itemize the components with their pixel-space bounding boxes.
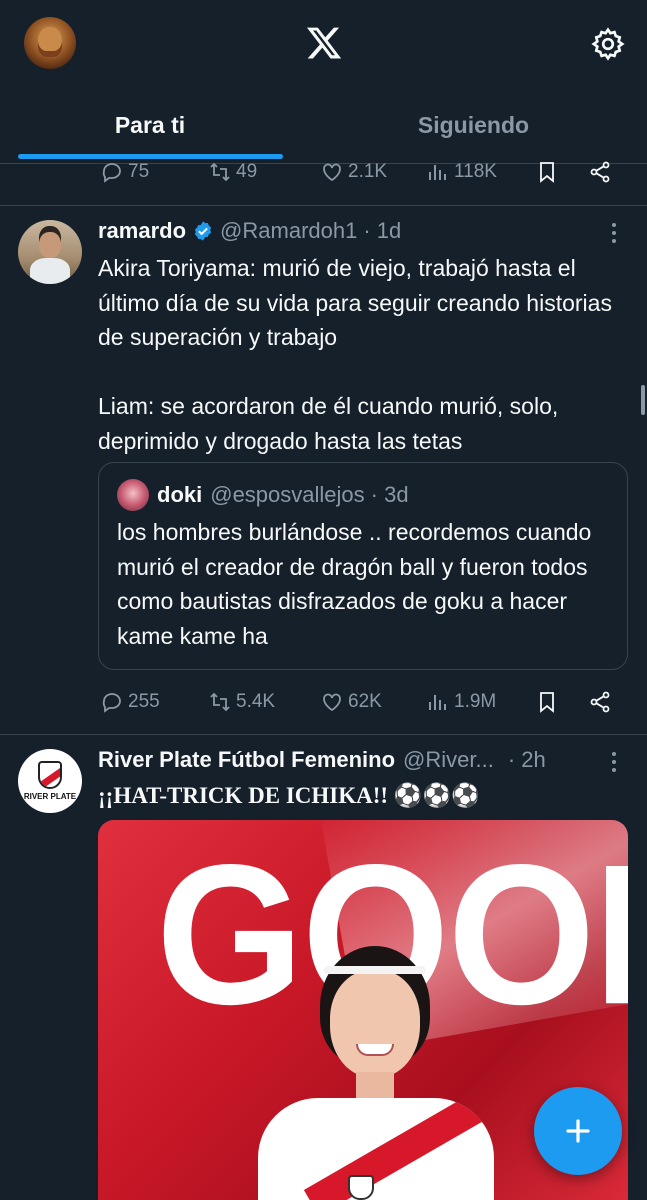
- retweet-icon: [210, 162, 230, 182]
- reply-icon: [102, 693, 121, 713]
- reply-icon: [102, 163, 121, 183]
- author-avatar[interactable]: [18, 220, 82, 284]
- tweet-text: Akira Toriyama: murió de viejo, trabajó …: [98, 255, 612, 454]
- heart-icon: [323, 163, 341, 182]
- like-button[interactable]: 2.1K: [320, 152, 387, 192]
- views-button[interactable]: 118K: [426, 152, 497, 192]
- retweet-icon: [210, 692, 230, 712]
- verified-badge-icon: [194, 221, 212, 241]
- views-count: 118K: [454, 161, 497, 182]
- heart-icon: [323, 693, 341, 712]
- retweet-button[interactable]: 5.4K: [208, 682, 275, 722]
- river-plate-crest-icon: [38, 761, 62, 789]
- bookmark-button[interactable]: [535, 682, 559, 722]
- share-icon: [590, 691, 610, 713]
- author-avatar[interactable]: RIVER PLATE: [18, 749, 82, 813]
- compose-tweet-button[interactable]: [534, 1087, 622, 1175]
- views-count: 1.9M: [454, 691, 497, 712]
- reply-button[interactable]: 255: [100, 682, 160, 722]
- share-icon: [590, 161, 610, 183]
- quoted-tweet-time: · 3d: [370, 482, 409, 507]
- quoted-author-name: doki: [157, 482, 203, 507]
- shirt-crest-icon: [348, 1175, 374, 1200]
- avatar-label: RIVER PLATE: [23, 792, 77, 801]
- author-handle[interactable]: @Ramardoh1: [220, 218, 357, 244]
- quoted-tweet-text: los hombres burlándose .. recordemos cua…: [117, 519, 592, 649]
- tweet-ramardo[interactable]: ramardo @Ramardoh1 · 1d Akira Toriyama: …: [0, 206, 647, 734]
- scrollbar-thumb[interactable]: [641, 385, 645, 415]
- more-icon: [612, 752, 616, 772]
- reply-count: 75: [128, 161, 150, 182]
- reply-count: 255: [128, 691, 160, 712]
- retweet-count: 49: [236, 161, 258, 182]
- like-count: 2.1K: [348, 161, 388, 182]
- like-button[interactable]: 62K: [320, 682, 382, 722]
- author-handle[interactable]: @River...: [403, 747, 494, 773]
- tweet-time: · 2h: [507, 747, 546, 772]
- share-button[interactable]: [588, 682, 612, 722]
- quoted-author-avatar: [117, 479, 149, 511]
- gear-icon[interactable]: [590, 26, 626, 62]
- author-name[interactable]: River Plate Fútbol Femenino: [98, 747, 395, 773]
- quoted-tweet[interactable]: doki @esposvallejos · 3d los hombres bur…: [98, 462, 628, 670]
- tweet-time: · 1d: [363, 218, 402, 243]
- plus-icon: [566, 1119, 590, 1143]
- x-logo-icon: [306, 27, 342, 59]
- retweet-count: 5.4K: [236, 691, 276, 712]
- bookmark-icon: [540, 162, 554, 183]
- tweet-header: ramardo @Ramardoh1 · 1d: [98, 216, 401, 246]
- quoted-tweet-header: doki @esposvallejos · 3d: [157, 479, 409, 511]
- top-bar: [0, 0, 647, 86]
- more-icon: [612, 223, 616, 243]
- bookmark-icon: [540, 692, 554, 713]
- prev-tweet-action-bar: 75 49 2.1K 118K: [98, 152, 628, 192]
- quoted-author-handle: @esposvallejos: [210, 482, 365, 507]
- more-options-button[interactable]: [600, 747, 628, 777]
- views-icon: [429, 695, 446, 710]
- tweet-action-bar: 255 5.4K 62K 1.9M: [98, 682, 628, 722]
- like-count: 62K: [348, 691, 382, 712]
- retweet-button[interactable]: 49: [208, 152, 257, 192]
- bookmark-button[interactable]: [535, 152, 559, 192]
- tweet-header: River Plate Fútbol Femenino @River... · …: [98, 745, 546, 775]
- share-button[interactable]: [588, 152, 612, 192]
- views-button[interactable]: 1.9M: [426, 682, 496, 722]
- tweet-text: ¡¡HAT-TRICK DE ICHIKA!! ⚽⚽⚽: [98, 783, 480, 808]
- reply-button[interactable]: 75: [100, 152, 149, 192]
- profile-avatar[interactable]: [24, 17, 76, 69]
- views-icon: [429, 165, 446, 180]
- author-name[interactable]: ramardo: [98, 218, 186, 244]
- more-options-button[interactable]: [600, 218, 628, 248]
